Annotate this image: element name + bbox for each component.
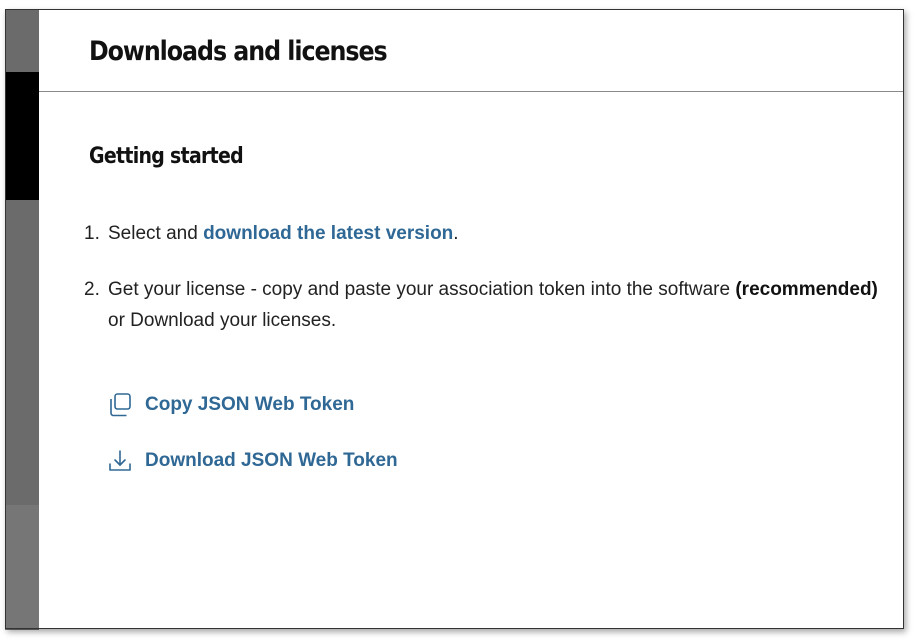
step-number: 1. <box>84 223 100 244</box>
section-title: Getting started <box>89 144 244 169</box>
background-sidebar-active <box>5 72 39 200</box>
download-icon <box>106 447 134 475</box>
background-sidebar-lower <box>5 505 39 630</box>
copy-icon <box>106 391 134 419</box>
steps-list: 1. Select and download the latest versio… <box>84 218 884 336</box>
step-suffix: . <box>453 223 459 244</box>
step-1: 1. Select and download the latest versio… <box>84 218 884 249</box>
download-json-web-token-label: Download JSON Web Token <box>145 450 398 471</box>
panel-header: Downloads and licenses <box>39 10 903 92</box>
step-text: Get your license - copy and paste your a… <box>108 279 736 300</box>
page-title: Downloads and licenses <box>89 36 388 67</box>
step-text: Select and <box>108 223 204 244</box>
step-number: 2. <box>84 279 100 300</box>
downloads-panel: Downloads and licenses Getting started 1… <box>39 10 903 630</box>
download-json-web-token-button[interactable]: Download JSON Web Token <box>106 447 398 475</box>
download-latest-version-link[interactable]: download the latest version <box>203 223 453 244</box>
copy-json-web-token-label: Copy JSON Web Token <box>145 394 355 415</box>
recommended-label: (recommended) <box>735 279 878 300</box>
step-suffix: or Download your licenses. <box>108 310 337 331</box>
copy-json-web-token-button[interactable]: Copy JSON Web Token <box>106 391 354 419</box>
step-2: 2. Get your license - copy and paste you… <box>84 274 884 336</box>
